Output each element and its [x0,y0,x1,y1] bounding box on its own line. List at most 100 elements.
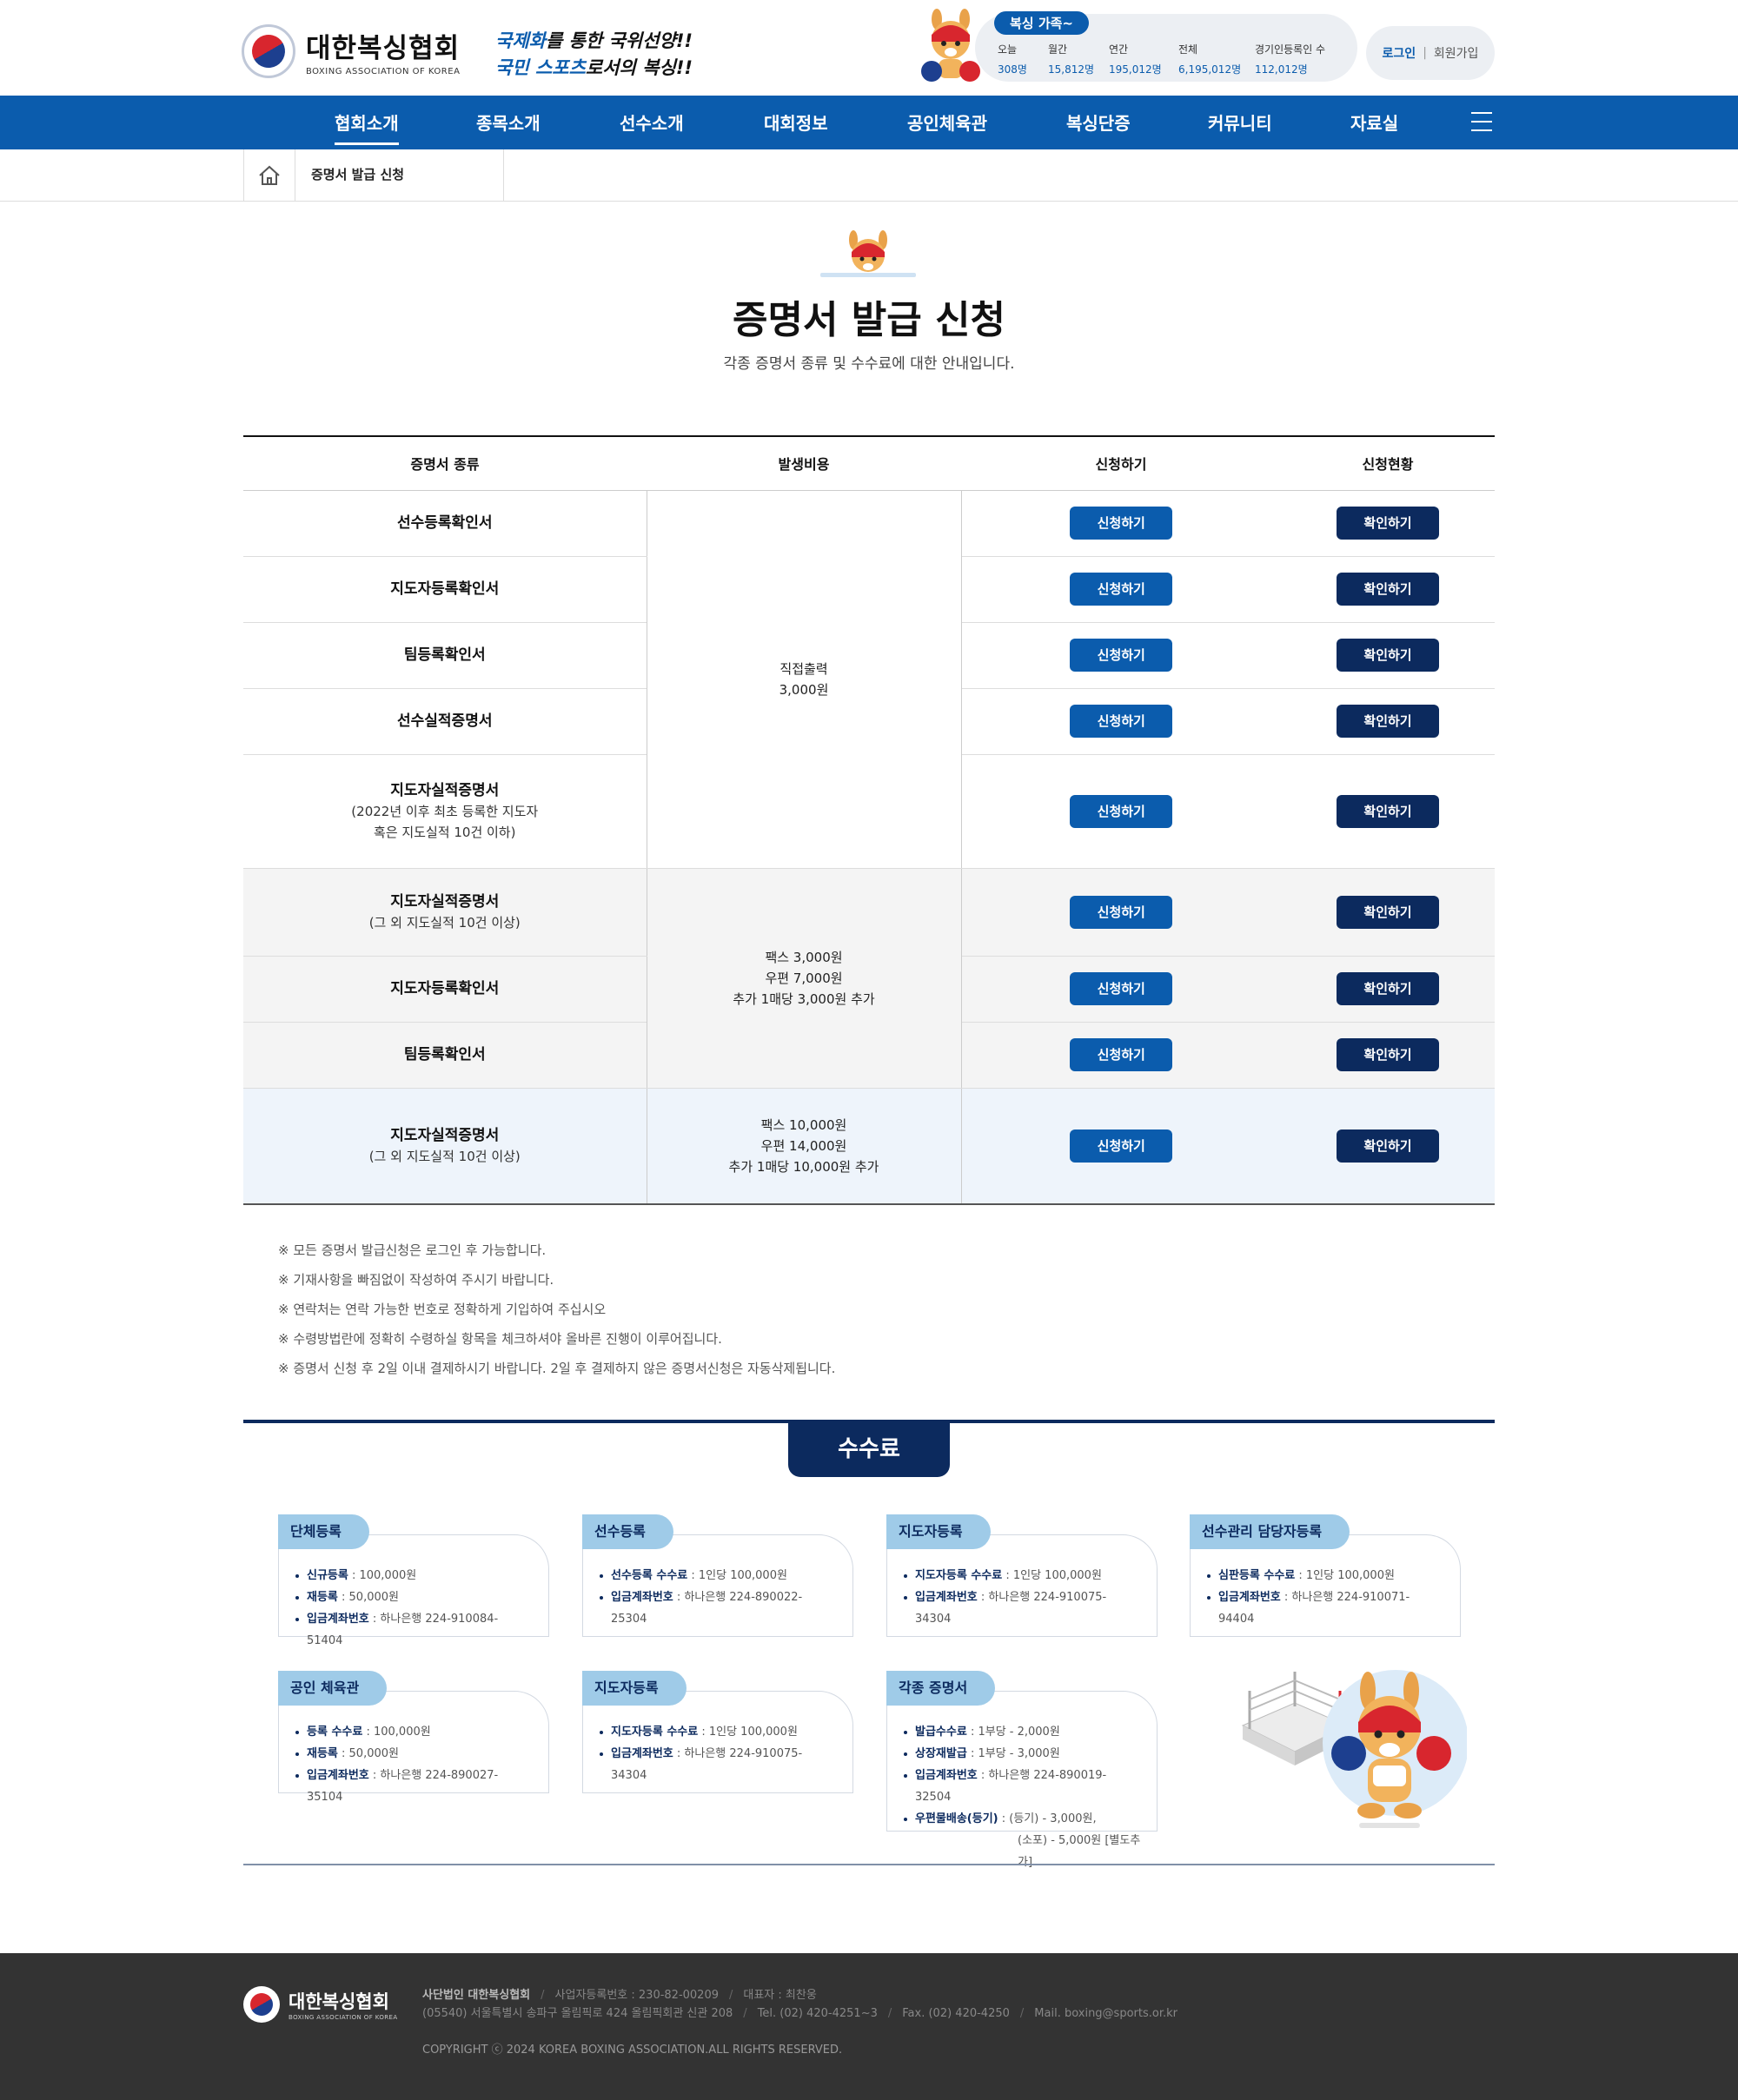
notice-item: ※ 모든 증명서 발급신청은 로그인 후 가능합니다. [278,1242,547,1258]
slogan: 국제화를 통한 국위선양!! 국민 스포츠로서의 복싱!! [495,28,693,82]
stat-today: 오늘 308명 [998,43,1027,76]
fee-item: 입금계좌번호 : 하나은행 224-910075-34304 [903,1587,1141,1630]
check-button[interactable]: 확인하기 [1337,1038,1439,1071]
certificate-table: 증명서 종류 발생비용 신청하기 신청현황 선수등록확인서 직접출력 3,000원… [243,435,1495,1205]
table-row: 지도자실적증명서 (그 외 지도실적 10건 이상) 팩스 10,000원 우편 … [243,1087,1495,1205]
notice-item: ※ 수령방법란에 정확히 수령하실 항목을 체크하셔야 올바른 진행이 이루어집… [278,1331,722,1347]
cert-name: 지도자실적증명서 (그 외 지도실적 10건 이상) [243,1087,647,1205]
nav-item-archive[interactable]: 자료실 [1350,109,1398,135]
footer-address: (05540) 서울특별시 송파구 올림픽로 424 올림픽회관 신관 208 [422,2007,733,2020]
check-button[interactable]: 확인하기 [1337,573,1439,606]
top-header: 대한복싱협회 BOXING ASSOCIATION OF KOREA 국제화를 … [0,0,1738,96]
emblem-icon [243,1986,280,2023]
table-row: 지도자실적증명서 (그 외 지도실적 10건 이상) 팩스 3,000원 우편 7… [243,867,1495,1089]
apply-button[interactable]: 신청하기 [1070,794,1173,828]
fee-card-title: 단체등록 [278,1514,369,1549]
fee-section-title: 수수료 [788,1423,950,1477]
fee-card-title: 지도자등록 [886,1514,991,1549]
footer-logo-text: 대한복싱협회 [289,1991,389,2012]
check-button[interactable]: 확인하기 [1337,1129,1439,1163]
stat-month: 월간 15,812명 [1048,43,1095,76]
fee-card: 단체등록 신규등록 : 100,000원 재등록 : 50,000원 입금계좌번… [278,1514,549,1647]
login-link[interactable]: 로그인 [1383,44,1416,62]
apply-button[interactable]: 신청하기 [1070,972,1173,1005]
join-link[interactable]: 회원가입 [1434,44,1479,62]
fee-cell: 직접출력 3,000원 [646,490,962,869]
cert-name: 지도자등록확인서 [243,556,647,623]
check-button[interactable]: 확인하기 [1337,639,1439,672]
slogan-text: 로서의 복싱!! [585,57,693,78]
fee-item: 심판등록 수수료 : 1인당 100,000원 [1206,1565,1444,1587]
fee-card-title: 각종 증명서 [886,1671,996,1706]
breadcrumb-current[interactable]: 증명서 발급 신청 [295,149,504,201]
fee-card: 지도자등록 지도자등록 수수료 : 1인당 100,000원 입금계좌번호 : … [886,1514,1158,1637]
fee-card: 선수관리 담당자등록 심판등록 수수료 : 1인당 100,000원 입금계좌번… [1190,1514,1461,1637]
notice-item: ※ 기재사항을 빠짐없이 작성하여 주시기 바랍니다. [278,1272,554,1288]
fee-item: 선수등록 수수료 : 1인당 100,000원 [599,1565,837,1587]
apply-button[interactable]: 신청하기 [1070,507,1173,540]
cert-name: 지도자실적증명서 (2022년 이후 최초 등록한 지도자 혹은 지도실적 10… [243,754,647,869]
apply-button[interactable]: 신청하기 [1070,705,1173,738]
fee-card-title: 선수등록 [582,1514,673,1549]
nav-item-about[interactable]: 협회소개 [335,109,399,145]
fee-item: 입금계좌번호 : 하나은행 224-910071-94404 [1206,1587,1444,1630]
cert-name: 팀등록확인서 [243,622,647,689]
nav-item-sports[interactable]: 종목소개 [476,109,541,135]
fee-item: 신규등록 : 100,000원 [295,1565,533,1587]
fee-card-title: 공인 체육관 [278,1671,388,1706]
footer-fax: Fax. (02) 420-4250 [902,2007,1010,2020]
kangaroo-mascot-icon [820,230,916,277]
fee-card: 지도자등록 지도자등록 수수료 : 1인당 100,000원 입금계좌번호 : … [582,1671,853,1793]
section-divider [243,1864,1495,1865]
fee-item: 재등록 : 50,000원 [295,1587,533,1608]
logo[interactable]: 대한복싱협회 BOXING ASSOCIATION OF KOREA [242,24,460,78]
col-header-status: 신청현황 [1281,436,1495,491]
logo-en-text: BOXING ASSOCIATION OF KOREA [306,67,461,76]
check-button[interactable]: 확인하기 [1337,705,1439,738]
fee-card-title: 선수관리 담당자등록 [1190,1514,1350,1549]
menu-icon[interactable] [1471,112,1492,133]
footer-logo[interactable]: 대한복싱협회 BOXING ASSOCIATION OF KOREA [243,1986,398,2023]
nav-item-competitions[interactable]: 대회정보 [764,109,828,135]
footer-info: 사단법인 대한복싱협회 / 사업자등록번호 : 230-82-00209/대표자 :… [422,1989,1177,2020]
slogan-highlight: 국민 스포츠 [495,57,586,78]
fee-item: 등록 수수료 : 100,000원 [295,1721,533,1743]
check-button[interactable]: 확인하기 [1337,794,1439,828]
fee-item: 지도자등록 수수료 : 1인당 100,000원 [599,1721,837,1743]
notice-item: ※ 증명서 신청 후 2일 이내 결제하시기 바랍니다. 2일 후 결제하지 않… [278,1361,836,1376]
kangaroo-mascot-icon [921,9,980,82]
nav-item-players[interactable]: 선수소개 [620,109,684,135]
fee-card: 공인 체육관 등록 수수료 : 100,000원 재등록 : 50,000원 입… [278,1671,549,1804]
fee-item: 입금계좌번호 : 하나은행 224-890022-25304 [599,1587,837,1630]
stat-total: 전체 6,195,012명 [1178,43,1242,76]
cert-name: 팀등록확인서 [243,1022,647,1089]
nav-item-community[interactable]: 커뮤니티 [1208,109,1272,135]
footer-tel: Tel. (02) 420-4251~3 [757,2007,878,2020]
stats-badge: 복싱 가족~ [994,11,1089,35]
footer-ceo: 대표자 : 최찬웅 [743,1989,817,2002]
login-box: 로그인 | 회원가입 [1366,26,1495,80]
apply-button[interactable]: 신청하기 [1070,895,1173,929]
fee-item: 상장재발급 : 1부당 - 3,000원 [903,1743,1141,1765]
stat-registered: 경기인등록인 수 112,012명 [1255,43,1326,76]
apply-button[interactable]: 신청하기 [1070,573,1173,606]
slogan-text: 를 통한 국위선양!! [545,30,693,51]
check-button[interactable]: 확인하기 [1337,972,1439,1005]
apply-button[interactable]: 신청하기 [1070,1129,1173,1163]
kangaroo-mascot-icon [1323,1670,1467,1828]
nav-item-gyms[interactable]: 공인체육관 [907,109,987,135]
home-icon[interactable] [243,149,295,201]
fee-item: 입금계좌번호 : 하나은행 224-910075-34304 [599,1743,837,1786]
footer-org: 사단법인 대한복싱협회 [422,1989,531,2002]
check-button[interactable]: 확인하기 [1337,507,1439,540]
fee-item: 입금계좌번호 : 하나은행 224-890027-35104 [295,1765,533,1808]
col-header-apply: 신청하기 [961,436,1281,491]
fee-cell: 팩스 10,000원 우편 14,000원 추가 1매당 10,000원 추가 [646,1087,962,1205]
col-header-cost: 발생비용 [647,436,961,491]
footer-copyright: COPYRIGHT ⓒ 2024 KOREA BOXING ASSOCIATIO… [422,2044,843,2057]
apply-button[interactable]: 신청하기 [1070,639,1173,672]
check-button[interactable]: 확인하기 [1337,895,1439,929]
nav-item-dan[interactable]: 복싱단증 [1066,109,1131,135]
apply-button[interactable]: 신청하기 [1070,1038,1173,1071]
footer: 대한복싱협회 BOXING ASSOCIATION OF KOREA 사단법인 … [0,1953,1738,2100]
